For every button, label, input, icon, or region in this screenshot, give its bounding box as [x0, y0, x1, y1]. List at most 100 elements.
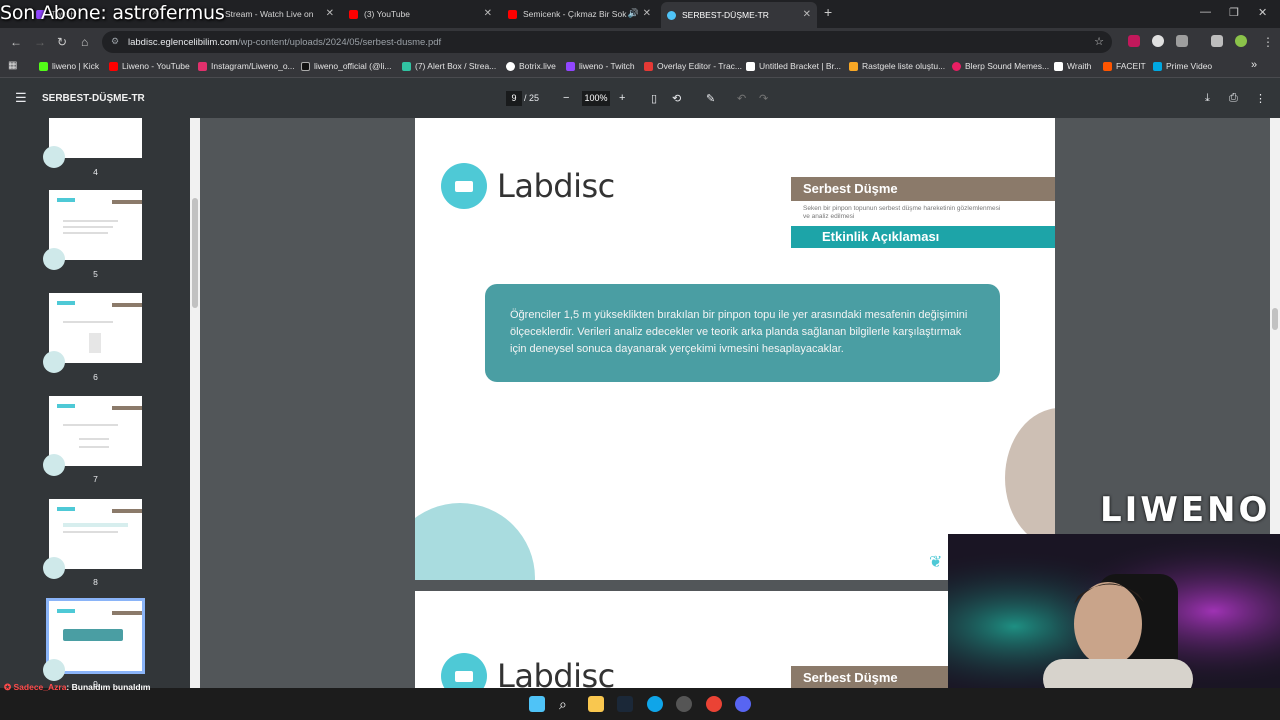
webcam-overlay — [948, 534, 1280, 688]
taskbar: ✪ Sadece_Azra: Bunaldım bunaldım ⌕ — [0, 682, 1280, 720]
puzzle-icon[interactable] — [1176, 35, 1188, 47]
back-icon[interactable]: ← — [10, 35, 22, 49]
page-thumbnail-selected[interactable] — [43, 598, 145, 681]
minimize-button[interactable]: — — [1200, 6, 1211, 18]
close-icon[interactable]: ✕ — [326, 8, 334, 19]
extension-icon[interactable] — [1152, 35, 1164, 47]
webcam-feed — [948, 534, 1280, 688]
kick-icon — [39, 61, 48, 71]
chevron-right-icon[interactable]: » — [1251, 59, 1257, 71]
menu-dots-icon[interactable]: ⋮ — [1262, 35, 1274, 49]
close-icon[interactable]: ✕ — [643, 8, 651, 19]
page-thumbnail[interactable] — [43, 499, 142, 579]
site-info-icon[interactable]: ⚙ — [111, 36, 119, 47]
address-bar-row: ← → ↻ ⌂ ⚙ labdisc.eglencelibilim.com/wp-… — [0, 28, 1280, 56]
annotate-pen-icon[interactable]: ✎ — [706, 92, 715, 105]
bookmark-item[interactable]: Untitled Bracket | Br... — [746, 61, 841, 71]
description-box: Öğrenciler 1,5 m yükseklikten bırakılan … — [485, 284, 1000, 382]
thumbnail-decoration — [43, 659, 65, 681]
extension-icon[interactable] — [1128, 35, 1140, 47]
undo-icon[interactable]: ↶ — [737, 92, 746, 105]
thumbnail-decoration — [43, 557, 65, 579]
bookmark-star-icon[interactable]: ☆ — [1094, 35, 1104, 48]
rotate-icon[interactable]: ⟲ — [672, 92, 681, 105]
bookmark-item[interactable]: liweno | Kick — [39, 61, 99, 71]
home-icon[interactable]: ⌂ — [81, 35, 88, 49]
chrome-icon[interactable] — [706, 696, 722, 712]
faceit-icon — [1103, 61, 1112, 71]
thumbnail-page-number: 7 — [93, 474, 98, 484]
thumbnail-text-line — [63, 226, 113, 228]
thumbnail-decoration — [43, 146, 65, 168]
zoom-out-icon[interactable]: − — [563, 92, 569, 104]
page-count: / 25 — [524, 93, 540, 103]
apps-grid-icon[interactable]: ▦ — [8, 60, 17, 71]
download-icon[interactable]: ⤓ — [1205, 92, 1210, 105]
file-explorer-icon[interactable] — [588, 696, 604, 712]
bookmark-item[interactable]: Liweno - YouTube — [109, 61, 190, 71]
thumbnail-sidebar: 4 5 6 7 8 9 — [0, 118, 200, 688]
bookmark-item[interactable]: Blerp Sound Memes... — [952, 61, 1049, 71]
edge-icon[interactable] — [647, 696, 663, 712]
obs-icon[interactable] — [676, 696, 692, 712]
bookmark-item[interactable]: (7) Alert Box / Strea... — [402, 61, 496, 71]
page-thumbnail[interactable] — [43, 190, 142, 270]
close-icon[interactable]: ✕ — [484, 8, 492, 19]
botrix-icon — [506, 61, 515, 71]
page-number-input[interactable]: 9 — [506, 91, 522, 106]
zoom-input[interactable]: 100% — [582, 91, 610, 106]
page-thumbnail[interactable] — [43, 396, 142, 476]
wraith-icon — [1054, 61, 1063, 71]
bookmark-item[interactable]: Overlay Editor - Trac... — [644, 61, 742, 71]
bookmark-item[interactable]: FACEIT — [1103, 61, 1146, 71]
thumbnail-description-box — [63, 629, 123, 641]
steam-icon[interactable] — [617, 696, 633, 712]
bookmark-item[interactable]: Instagram/Liweno_o... — [198, 61, 295, 71]
speaker-icon[interactable]: 🔊 — [628, 8, 639, 19]
thumbnail-text-line — [79, 438, 109, 440]
thumbnail-header — [112, 509, 142, 513]
bookmark-item[interactable]: Prime Video — [1153, 61, 1212, 71]
scrollbar-thumb[interactable] — [192, 198, 198, 308]
hamburger-menu-icon[interactable]: ☰ — [15, 90, 27, 106]
thumbnail-logo — [57, 507, 75, 511]
bookmark-item[interactable]: Rastgele liste oluştu... — [849, 61, 945, 71]
thumbnail-text-line — [63, 321, 113, 323]
tab-semicenk[interactable]: Semicenk - Çıkmaz Bir Sok 🔊 ✕ — [502, 4, 657, 24]
page-thumbnail[interactable] — [43, 118, 142, 168]
bookmark-item[interactable]: liweno - Twitch — [566, 61, 635, 71]
thumbnail-page-number: 6 — [93, 372, 98, 382]
search-icon[interactable]: ⌕ — [559, 696, 575, 712]
fit-page-icon[interactable]: ▯ — [651, 92, 657, 105]
bookmark-item[interactable]: Wraith — [1054, 61, 1091, 71]
scrollbar-thumb[interactable] — [1272, 308, 1278, 330]
sidebar-scrollbar[interactable] — [190, 118, 200, 688]
redo-icon[interactable]: ↷ — [759, 92, 768, 105]
thumbnail-text-line — [63, 523, 128, 527]
close-window-button[interactable]: ✕ — [1258, 6, 1267, 19]
thumbnail-decoration — [43, 248, 65, 270]
tab-youtube[interactable]: (3) YouTube ✕ — [343, 4, 498, 24]
avatar[interactable] — [1235, 35, 1247, 47]
print-icon[interactable]: ⎙ — [1229, 92, 1238, 105]
page-thumbnail[interactable] — [43, 293, 142, 373]
url-input[interactable]: ⚙ labdisc.eglencelibilim.com/wp-content/… — [102, 31, 1112, 53]
labdisc-logo-icon — [441, 163, 487, 209]
tab-bar: Twitch ✕ Stream - Watch Live on ✕ (3) Yo… — [0, 0, 1280, 28]
tab-serbest-dusme[interactable]: SERBEST-DÜŞME-TR ✕ — [661, 2, 817, 28]
windows-start-icon[interactable] — [529, 696, 545, 712]
restore-button[interactable]: ❐ — [1229, 6, 1239, 19]
more-options-icon[interactable]: ⋮ — [1255, 92, 1266, 105]
youtube-icon — [508, 9, 517, 19]
labdisc-logo: Labdisc — [441, 653, 615, 688]
media-icon[interactable] — [1211, 35, 1223, 47]
bookmark-item[interactable]: Botrix.live — [506, 61, 556, 71]
bookmark-item[interactable]: liweno_official (@li... — [301, 61, 391, 71]
forward-icon[interactable]: → — [34, 35, 46, 49]
new-tab-button[interactable]: + — [824, 4, 832, 20]
pdf-page: Labdisc Serbest Düşme Seken bir pinpon t… — [415, 118, 1055, 580]
reload-icon[interactable]: ↻ — [57, 35, 67, 49]
close-icon[interactable]: ✕ — [803, 9, 811, 20]
discord-icon[interactable] — [735, 696, 751, 712]
zoom-in-icon[interactable]: + — [619, 92, 625, 104]
